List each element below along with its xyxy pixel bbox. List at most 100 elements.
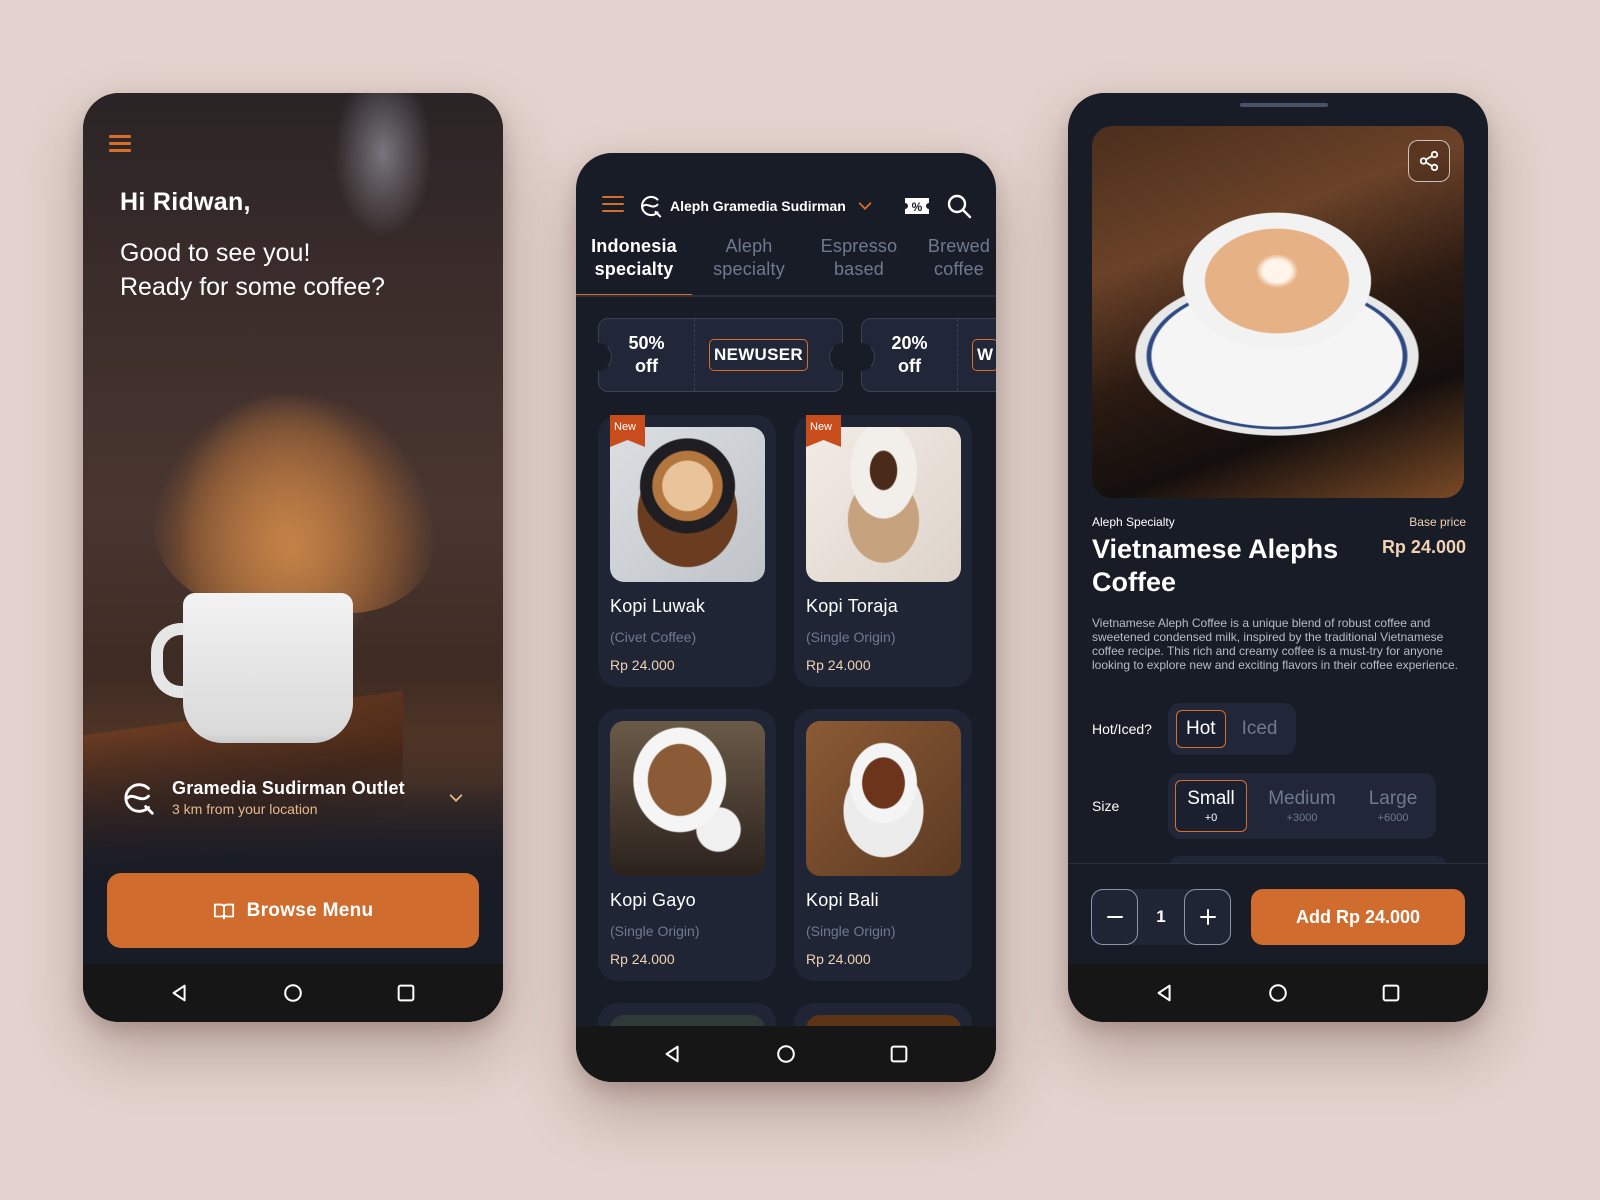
product-base-price: Rp 24.000 bbox=[1381, 537, 1466, 557]
search-icon[interactable] bbox=[946, 193, 972, 219]
coupon-discount: 50% off bbox=[599, 319, 695, 391]
discount-ticket-icon[interactable]: % bbox=[904, 196, 930, 216]
nav-home-button[interactable] bbox=[766, 1034, 806, 1074]
add-to-cart-button[interactable]: Add Rp 24.000 bbox=[1251, 889, 1465, 945]
aleph-logo-icon bbox=[124, 782, 154, 815]
chevron-down-icon[interactable] bbox=[447, 789, 465, 807]
tab-label-line1: Indonesia bbox=[591, 236, 677, 256]
home-circle-icon bbox=[1269, 984, 1287, 1002]
product-image bbox=[610, 427, 765, 582]
product-image bbox=[806, 721, 961, 876]
product-image bbox=[610, 721, 765, 876]
nav-recents-button[interactable] bbox=[879, 1034, 919, 1074]
menu-screen: Aleph Gramedia Sudirman % Indonesia spec… bbox=[576, 153, 996, 1082]
subtitle-line-1: Good to see you! bbox=[120, 239, 311, 267]
size-name: Small bbox=[1187, 788, 1235, 809]
nav-recents-button[interactable] bbox=[1371, 973, 1411, 1013]
browse-menu-label: Browse Menu bbox=[246, 899, 374, 921]
coupon-off-label: off bbox=[635, 356, 658, 376]
category-tabs: Indonesia specialty Aleph specialty Espr… bbox=[576, 235, 996, 297]
latte-art-image-part bbox=[1252, 251, 1302, 291]
option-small[interactable]: Small +0 bbox=[1175, 780, 1247, 832]
store-name[interactable]: Aleph Gramedia Sudirman bbox=[670, 198, 846, 214]
hamburger-icon[interactable] bbox=[602, 195, 624, 217]
base-price-label: Base price bbox=[1409, 515, 1466, 529]
outlet-name: Gramedia Sudirman Outlet bbox=[172, 778, 405, 798]
tab-indonesia-specialty[interactable]: Indonesia specialty bbox=[576, 235, 692, 295]
product-card[interactable]: New Kopi Toraja (Single Origin) Rp 24.00… bbox=[794, 415, 972, 687]
browse-menu-button[interactable]: Browse Menu bbox=[107, 873, 479, 948]
recents-square-icon bbox=[1382, 984, 1400, 1002]
coupon-carousel: 50% off NEWUSER 20% off W bbox=[586, 318, 996, 392]
product-subtitle: (Single Origin) bbox=[610, 923, 700, 939]
size-name: Large bbox=[1368, 788, 1418, 809]
size-selector: Small +0 Medium +3000 Large +6000 bbox=[1168, 773, 1436, 839]
product-title: Vietnamese Alephs Coffee bbox=[1092, 534, 1339, 597]
nav-home-button[interactable] bbox=[273, 973, 313, 1013]
nav-back-button[interactable] bbox=[1145, 973, 1185, 1013]
product-name: Kopi Toraja bbox=[806, 596, 898, 616]
nav-recents-button[interactable] bbox=[386, 973, 426, 1013]
chevron-down-icon[interactable] bbox=[856, 197, 874, 215]
android-nav-bar bbox=[83, 964, 503, 1022]
option-hot[interactable]: Hot bbox=[1176, 710, 1226, 748]
greeting-title: Hi Ridwan, bbox=[120, 188, 251, 216]
tab-label-line2: coffee bbox=[934, 259, 984, 279]
product-name: Kopi Gayo bbox=[610, 890, 696, 910]
sheet-drag-handle[interactable] bbox=[1240, 103, 1328, 107]
product-price: Rp 24.000 bbox=[806, 951, 871, 967]
tab-label-line1: Aleph bbox=[725, 236, 773, 256]
product-card[interactable]: New Kopi Luwak (Civet Coffee) Rp 24.000 bbox=[598, 415, 776, 687]
share-button[interactable] bbox=[1408, 140, 1450, 182]
svg-text:%: % bbox=[912, 200, 923, 214]
option-large[interactable]: Large +6000 bbox=[1357, 780, 1429, 832]
outlet-selector[interactable]: Gramedia Sudirman Outlet 3 km from your … bbox=[120, 778, 465, 817]
mug-image-part bbox=[183, 593, 353, 743]
nav-home-button[interactable] bbox=[1258, 973, 1298, 1013]
tab-label-line2: specialty bbox=[594, 259, 674, 279]
option-medium[interactable]: Medium +3000 bbox=[1256, 780, 1348, 832]
minus-icon bbox=[1106, 916, 1123, 918]
product-subtitle: (Single Origin) bbox=[806, 629, 896, 645]
coupon-code[interactable]: NEWUSER bbox=[709, 339, 808, 371]
android-nav-bar bbox=[576, 1026, 996, 1082]
nav-back-button[interactable] bbox=[160, 973, 200, 1013]
add-to-cart-bar: 1 Add Rp 24.000 bbox=[1068, 863, 1488, 965]
size-name: Medium bbox=[1268, 788, 1336, 809]
product-detail-screen: Aleph Specialty Base price Vietnamese Al… bbox=[1068, 93, 1488, 1022]
back-triangle-icon bbox=[172, 984, 186, 1002]
tab-espresso-based[interactable]: Espresso based bbox=[806, 235, 912, 295]
welcome-screen: Hi Ridwan, Good to see you! Ready for so… bbox=[83, 93, 503, 1022]
product-category: Aleph Specialty bbox=[1092, 515, 1175, 529]
product-name: Kopi Luwak bbox=[610, 596, 706, 616]
back-triangle-icon bbox=[665, 1045, 679, 1063]
coupon-off-label: off bbox=[898, 356, 921, 376]
product-description: Vietnamese Aleph Coffee is a unique blen… bbox=[1092, 616, 1458, 672]
quantity-value: 1 bbox=[1156, 907, 1166, 926]
tab-label-line1: Espresso bbox=[820, 236, 898, 256]
coupon-card[interactable]: 50% off NEWUSER bbox=[586, 318, 855, 392]
product-card[interactable]: Kopi Bali (Single Origin) Rp 24.000 bbox=[794, 709, 972, 981]
temperature-label: Hot/Iced? bbox=[1092, 721, 1152, 737]
product-card[interactable]: Kopi Gayo (Single Origin) Rp 24.000 bbox=[598, 709, 776, 981]
home-circle-icon bbox=[777, 1045, 795, 1063]
aleph-logo-icon bbox=[641, 195, 662, 218]
decrease-quantity-button[interactable] bbox=[1091, 889, 1138, 945]
outlet-distance: 3 km from your location bbox=[172, 801, 318, 817]
tab-aleph-specialty[interactable]: Aleph specialty bbox=[692, 235, 806, 295]
increase-quantity-button[interactable] bbox=[1184, 889, 1231, 945]
size-extra-price: +0 bbox=[1204, 812, 1218, 824]
product-price: Rp 24.000 bbox=[806, 657, 871, 673]
nav-back-button[interactable] bbox=[653, 1034, 693, 1074]
tab-label-line2: specialty bbox=[713, 259, 785, 279]
size-label: Size bbox=[1092, 798, 1120, 814]
coupon-percent: 20% bbox=[891, 333, 928, 353]
coupon-code[interactable]: W bbox=[972, 339, 996, 371]
quantity-stepper: 1 bbox=[1091, 889, 1231, 945]
option-iced[interactable]: Iced bbox=[1232, 710, 1288, 748]
greeting-subtitle: Good to see you! Ready for some coffee? bbox=[120, 236, 460, 304]
coupon-discount: 20% off bbox=[862, 319, 958, 391]
coupon-card[interactable]: 20% off W bbox=[849, 318, 996, 392]
hamburger-icon[interactable] bbox=[109, 135, 131, 156]
tab-brewed-coffee[interactable]: Brewed coffee bbox=[912, 235, 996, 295]
